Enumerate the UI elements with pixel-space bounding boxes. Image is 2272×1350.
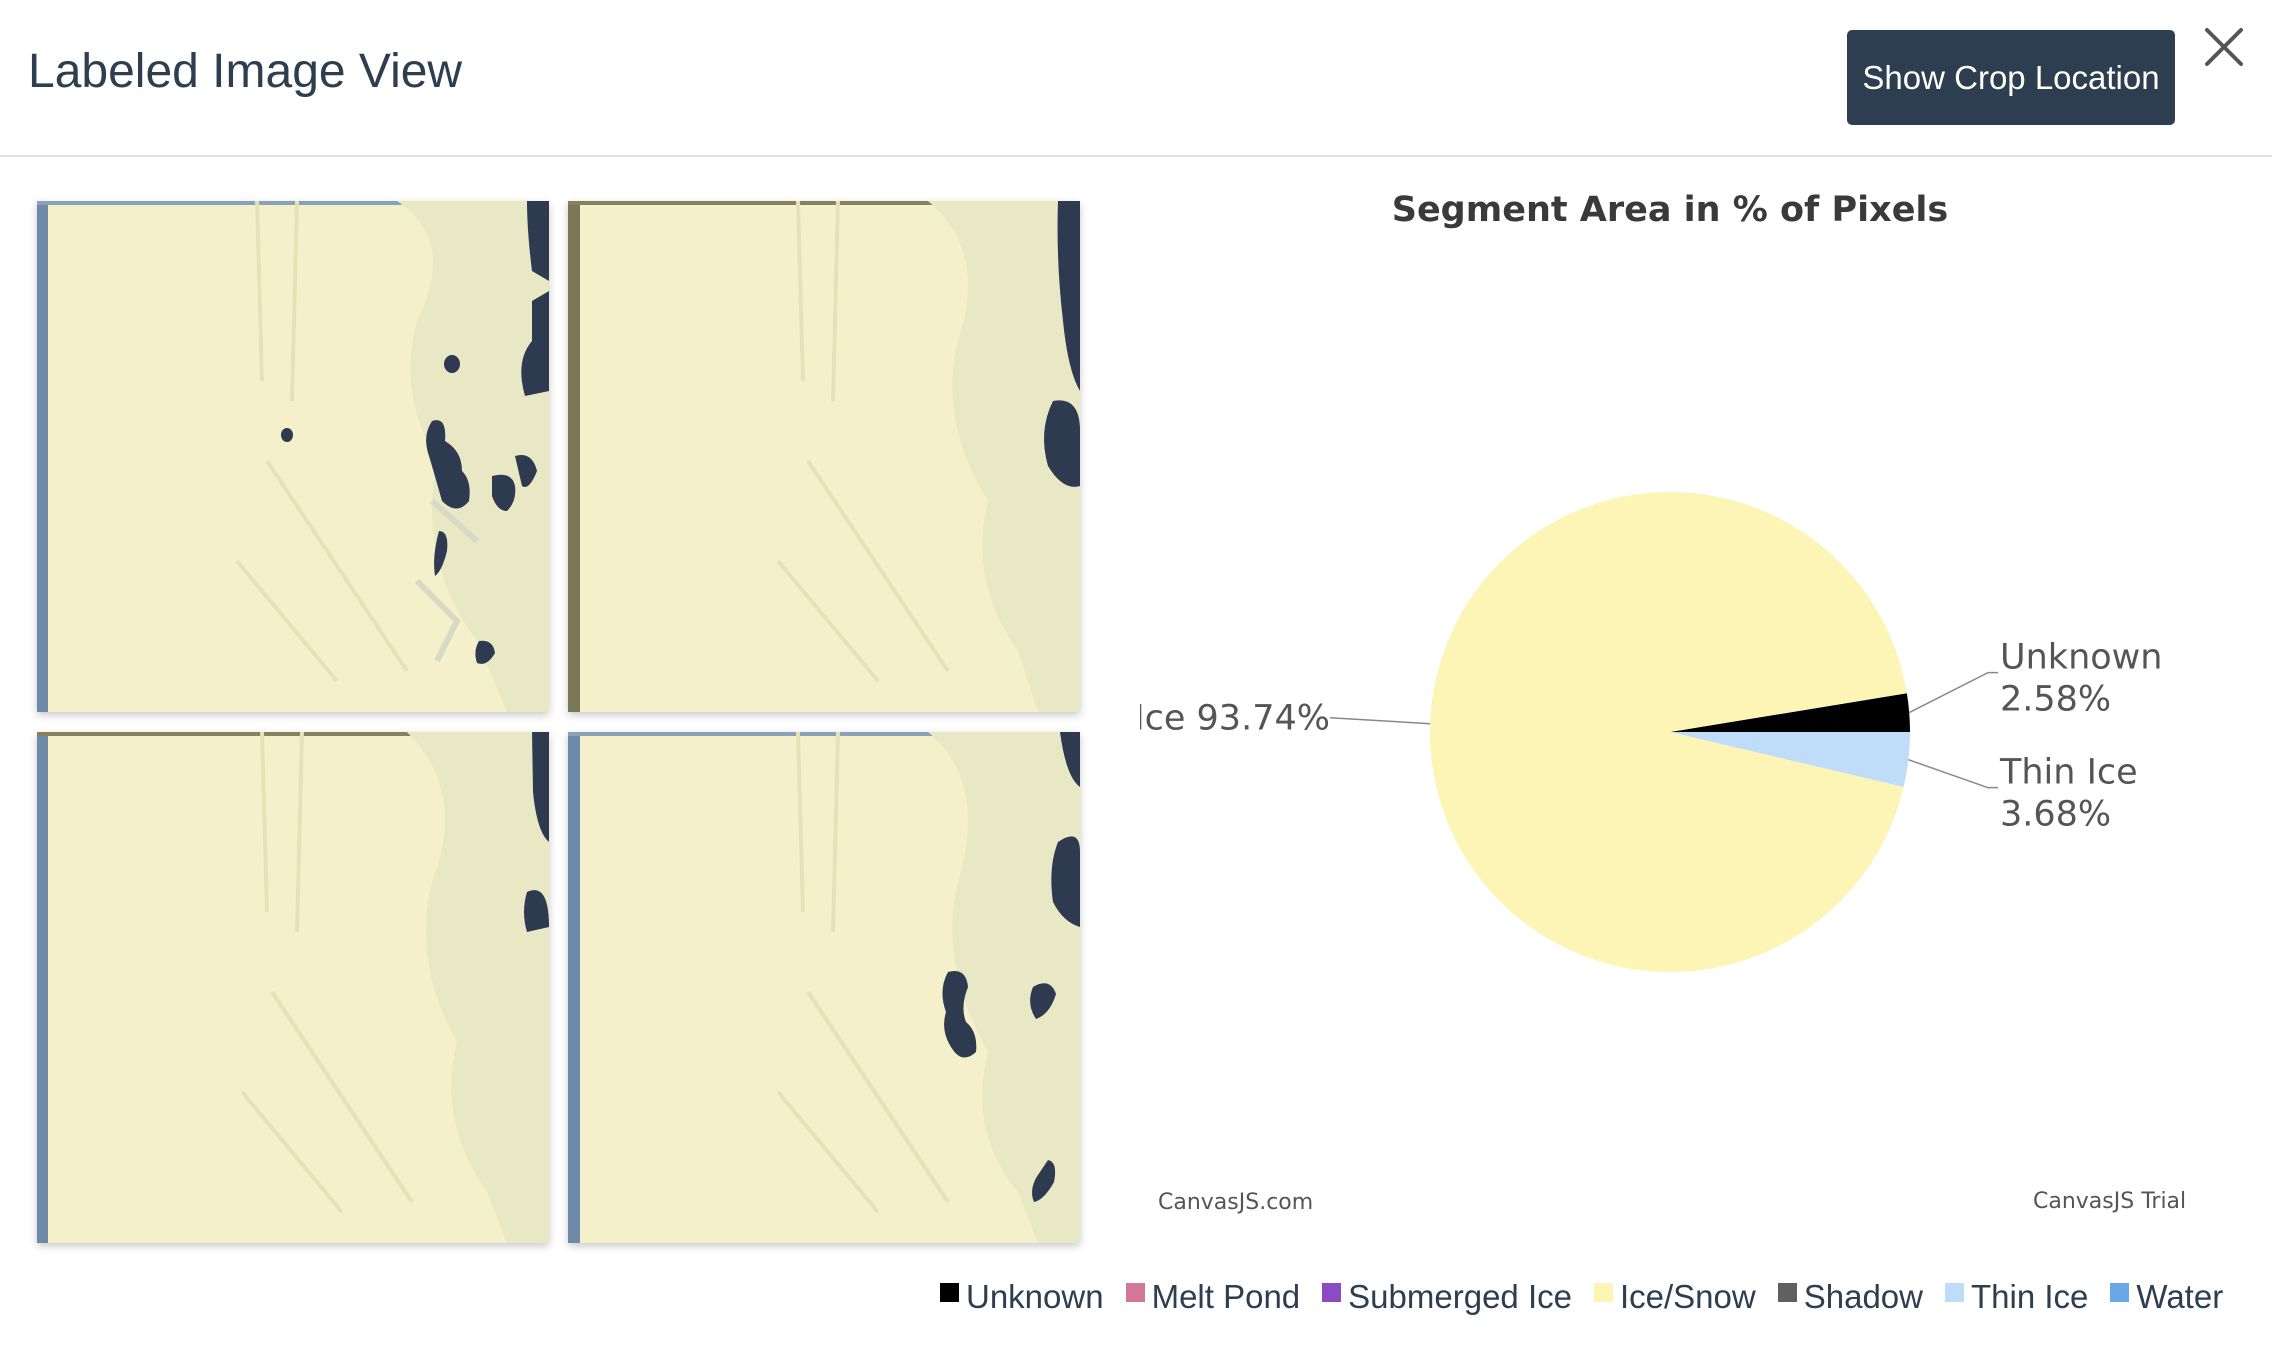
show-crop-location-button[interactable]: Show Crop Location	[1847, 30, 2175, 125]
legend-item-unknown[interactable]: Unknown	[940, 1278, 1104, 1316]
chart-legend: Unknown Melt Pond Submerged Ice Ice/Snow Sha…	[940, 1272, 2245, 1322]
legend-swatch-unknown	[940, 1283, 959, 1302]
legend-item-water[interactable]: Water	[2110, 1278, 2223, 1316]
labeled-crop-4	[568, 732, 1080, 1243]
legend-label: Water	[2136, 1278, 2224, 1315]
legend-swatch-water	[2110, 1283, 2130, 1302]
pie-label-thin-ice: Thin Ice3.68%	[1908, 753, 2138, 835]
legend-label: Shadow	[1803, 1278, 1923, 1315]
close-icon[interactable]	[2201, 24, 2247, 70]
legend-item-submerged-ice[interactable]: Submerged Ice	[1322, 1278, 1572, 1316]
modal-header: Labeled Image View Show Crop Location	[0, 0, 2272, 157]
legend-label: Ice/Snow	[1619, 1278, 1756, 1315]
legend-item-shadow[interactable]: Shadow	[1777, 1278, 1923, 1316]
legend-label: Unknown	[966, 1278, 1104, 1315]
legend-label: Submerged Ice	[1348, 1278, 1572, 1315]
labeled-crop-1	[37, 201, 549, 712]
legend-swatch-shadow	[1777, 1283, 1797, 1302]
legend-item-thin-ice[interactable]: Thin Ice	[1945, 1278, 2088, 1316]
svg-text:3.68%: 3.68%	[2000, 795, 2111, 835]
legend-item-ice-snow[interactable]: Ice/Snow	[1593, 1278, 1756, 1316]
pie-label-unknown: Unknown2.58%	[1908, 638, 2162, 720]
pie-chart-canvas: Unknown2.58% Thin Ice3.68% Ice 93.74%	[1140, 492, 2162, 973]
svg-text:2.58%: 2.58%	[2000, 680, 2111, 720]
labeled-crop-3	[37, 732, 549, 1243]
chart-credit-right: CanvasJS Trial	[2033, 1189, 2187, 1214]
svg-text:Unknown: Unknown	[2000, 638, 2162, 678]
modal-title: Labeled Image View	[28, 45, 463, 98]
legend-swatch-thin-ice	[1945, 1283, 1964, 1302]
svg-text:Thin Ice: Thin Ice	[1999, 753, 2138, 793]
labeled-crop-2	[568, 201, 1080, 712]
svg-text:Ice 93.74%: Ice 93.74%	[1140, 699, 1330, 739]
legend-label: Thin Ice	[1971, 1278, 2089, 1315]
legend-label: Melt Pond	[1151, 1278, 1301, 1315]
legend-swatch-melt-pond	[1125, 1283, 1145, 1302]
legend-item-melt-pond[interactable]: Melt Pond	[1125, 1278, 1301, 1316]
legend-swatch-submerged-ice	[1322, 1283, 1342, 1302]
chart-credit-left[interactable]: CanvasJS.com	[1158, 1190, 1313, 1215]
segment-area-chart: Segment Area in % of Pixels Unknown 2.58%…	[1140, 190, 2240, 1240]
legend-swatch-ice-snow	[1593, 1283, 1613, 1302]
pie-label-ice: Ice 93.74%	[1140, 699, 1431, 739]
